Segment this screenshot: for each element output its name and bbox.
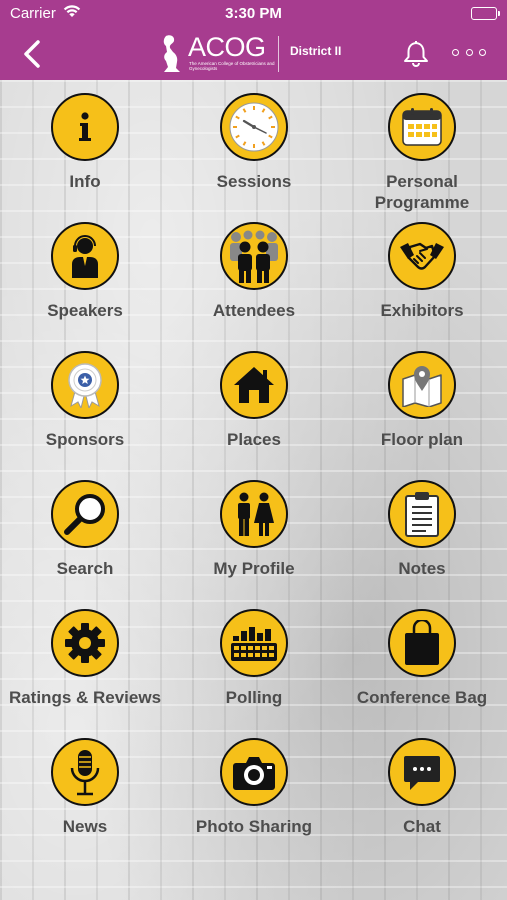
tile-ratings-reviews[interactable]: Ratings & Reviews xyxy=(0,609,170,708)
tile-sponsors[interactable]: Sponsors xyxy=(0,351,170,450)
tile-label: Places xyxy=(227,430,281,449)
calendar-icon xyxy=(388,93,456,161)
status-bar: Carrier 3:30 PM xyxy=(0,0,507,28)
tile-label: Chat xyxy=(403,817,441,836)
tile-notes[interactable]: Notes xyxy=(337,480,507,579)
award-ribbon-icon xyxy=(51,351,119,419)
tile-conference-bag[interactable]: Conference Bag xyxy=(337,609,507,708)
map-pin-icon xyxy=(388,351,456,419)
tile-label: Exhibitors xyxy=(380,301,464,320)
tile-exhibitors[interactable]: Exhibitors xyxy=(337,222,507,321)
nav-divider xyxy=(278,36,279,72)
chat-bubble-icon xyxy=(388,738,456,806)
logo-text: ACOG xyxy=(188,32,266,62)
tile-attendees[interactable]: Attendees xyxy=(169,222,339,321)
notifications-button[interactable] xyxy=(401,38,431,68)
handshake-icon xyxy=(388,222,456,290)
clock-icon xyxy=(220,93,288,161)
tile-label: Notes xyxy=(398,559,446,578)
bell-icon xyxy=(404,41,428,67)
nav-bar: ACOG The American College of Obstetricia… xyxy=(0,28,507,80)
tile-personal-programme[interactable]: Personal Programme xyxy=(337,93,507,213)
acog-logo: ACOG The American College of Obstetricia… xyxy=(160,32,280,76)
tile-polling[interactable]: Polling xyxy=(169,609,339,708)
tile-photo-sharing[interactable]: Photo Sharing xyxy=(169,738,339,837)
people-group-icon xyxy=(220,222,288,290)
home-icon xyxy=(220,351,288,419)
tile-label: My Profile xyxy=(213,559,295,578)
tile-search[interactable]: Search xyxy=(0,480,170,579)
tile-label: Attendees xyxy=(212,301,296,320)
info-icon xyxy=(51,93,119,161)
dot-icon xyxy=(479,48,486,56)
acog-emblem-icon xyxy=(163,35,180,72)
tile-label: Speakers xyxy=(47,301,123,320)
tile-my-profile[interactable]: My Profile xyxy=(169,480,339,579)
logo-subtitle: The American College of Obstetricians an… xyxy=(189,61,275,71)
tile-label: Sponsors xyxy=(45,430,125,449)
district-label: District II xyxy=(290,44,342,58)
tile-sessions[interactable]: Sessions xyxy=(169,93,339,192)
tile-label: Info xyxy=(69,172,101,191)
tile-label: News xyxy=(62,817,108,836)
magnifier-icon xyxy=(51,480,119,548)
tile-floor-plan[interactable]: Floor plan xyxy=(337,351,507,450)
tile-label: Conference Bag xyxy=(356,688,488,707)
tile-speakers[interactable]: Speakers xyxy=(0,222,170,321)
dot-icon xyxy=(452,48,459,56)
camera-icon xyxy=(220,738,288,806)
tile-news[interactable]: News xyxy=(0,738,170,837)
tile-chat[interactable]: Chat xyxy=(337,738,507,837)
poll-bars-icon xyxy=(220,609,288,677)
back-button[interactable] xyxy=(18,38,48,70)
tile-label: Search xyxy=(56,559,114,578)
man-woman-icon xyxy=(220,480,288,548)
dot-icon xyxy=(465,48,473,56)
more-options-button[interactable] xyxy=(452,46,486,58)
tile-label: Polling xyxy=(225,688,283,707)
tile-label: Sessions xyxy=(216,172,292,191)
tile-places[interactable]: Places xyxy=(169,351,339,450)
tile-info[interactable]: Info xyxy=(0,93,170,192)
clock-time: 3:30 PM xyxy=(225,5,282,22)
headset-person-icon xyxy=(51,222,119,290)
battery-icon xyxy=(471,7,500,20)
chevron-left-icon xyxy=(24,40,40,68)
tile-label: Ratings & Reviews xyxy=(8,688,162,707)
bag-icon xyxy=(388,609,456,677)
tile-label: Floor plan xyxy=(380,430,464,449)
tile-label: Personal Programme xyxy=(374,172,470,212)
clipboard-icon xyxy=(388,480,456,548)
tile-label: Photo Sharing xyxy=(195,817,313,836)
microphone-icon xyxy=(51,738,119,806)
gear-icon xyxy=(51,609,119,677)
